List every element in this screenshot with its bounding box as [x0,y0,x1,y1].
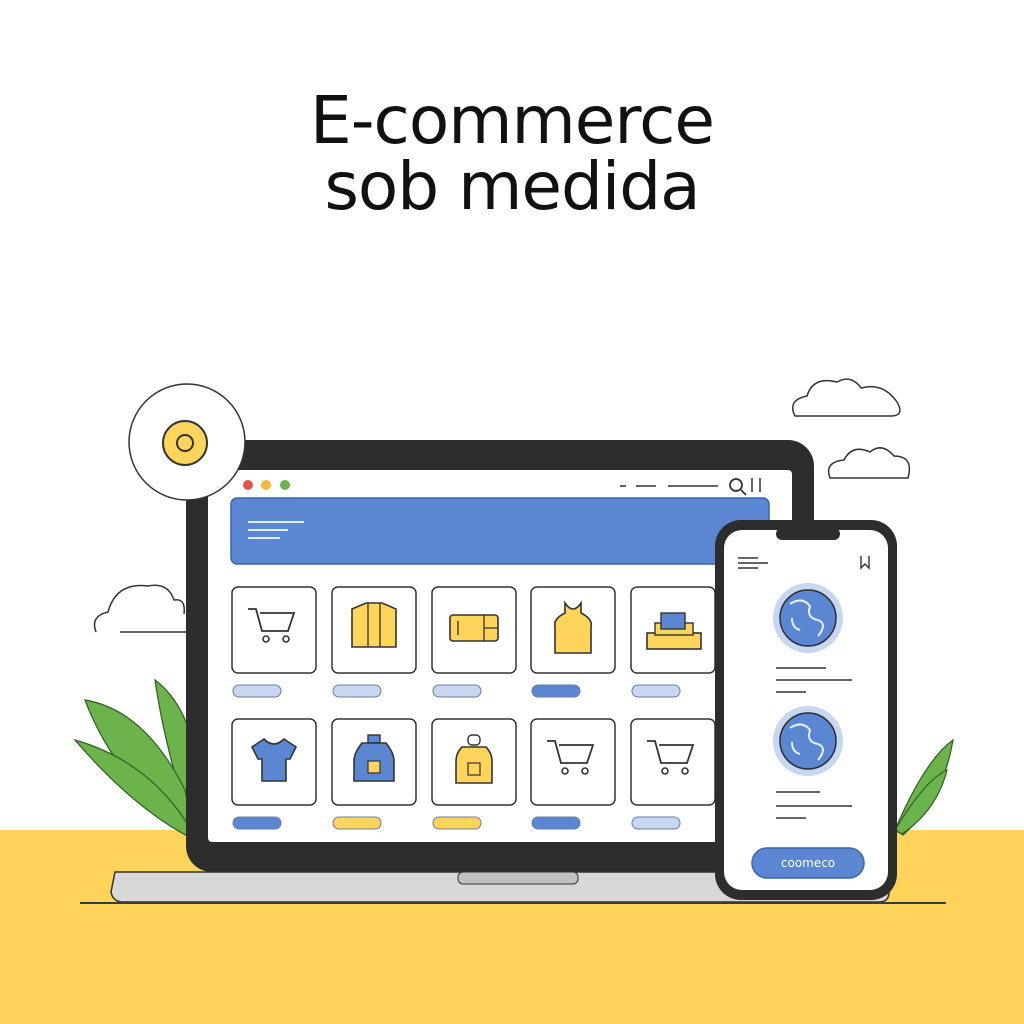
product-price-tag [432,816,482,830]
product-price-tag [432,684,482,698]
coin-icon [162,420,208,466]
card-icon [449,614,499,642]
plant-right-icon [894,738,954,836]
globe-icon[interactable] [773,583,843,653]
product-price-tag [631,684,681,698]
phone-notch [776,528,840,540]
product-price-tag [531,816,581,830]
illustration [73,378,954,903]
window-maximize-dot[interactable] [280,480,290,490]
hero-banner[interactable] [230,497,770,565]
product-card[interactable] [231,586,317,674]
product-card[interactable] [231,718,317,806]
product-card[interactable] [630,718,716,806]
phone-cta-label: coomeco [780,856,836,870]
globe-icon[interactable] [773,706,843,776]
product-card[interactable] [630,586,716,674]
shirt-yellow-icon [351,602,397,648]
product-price-tag [332,684,382,698]
product-card[interactable] [530,586,616,674]
floor-line [80,902,946,904]
product-card[interactable] [331,586,417,674]
product-card[interactable] [431,586,517,674]
product-price-tag [332,816,382,830]
window-minimize-dot[interactable] [261,480,271,490]
product-price-tag [531,684,581,698]
product-price-tag [631,816,681,830]
product-price-tag [232,684,282,698]
product-card[interactable] [530,718,616,806]
plant-left-icon [73,678,201,842]
coin-badge[interactable] [128,383,246,501]
window-close-dot[interactable] [243,480,253,490]
product-card[interactable] [331,718,417,806]
product-price-tag [232,816,282,830]
product-card[interactable] [431,718,517,806]
